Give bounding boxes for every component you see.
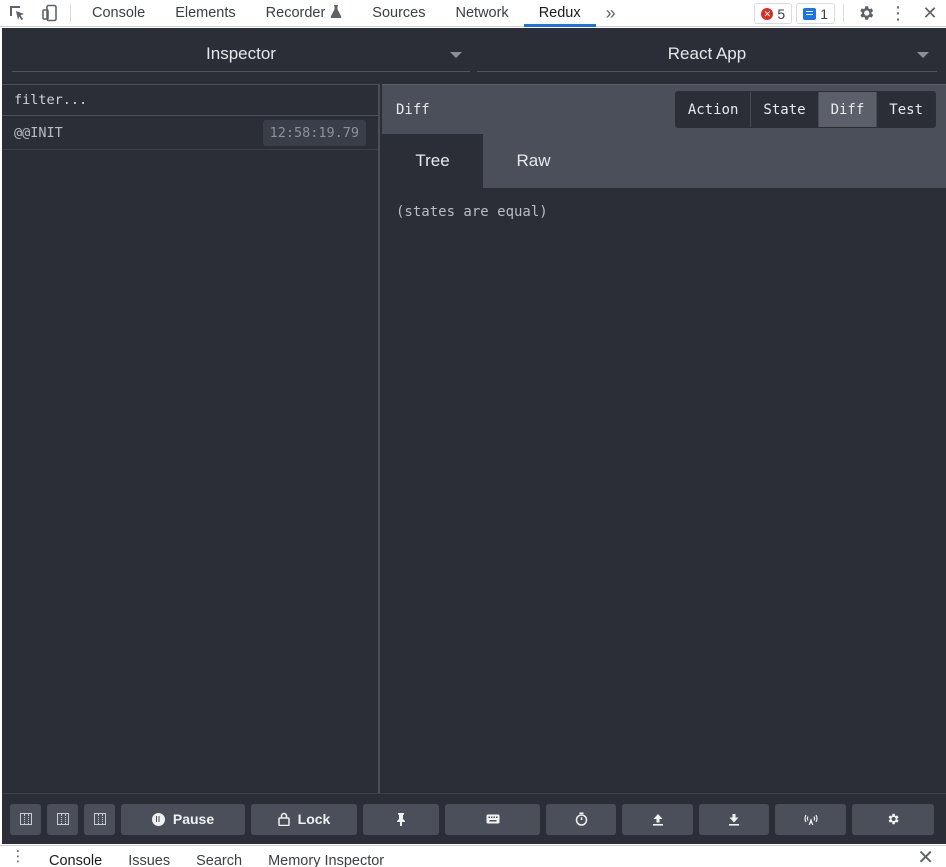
lock-icon [277,812,290,826]
toolbar-separator [70,4,71,22]
message-icon [803,7,817,20]
view-button-group: Action State Diff Test [674,91,936,128]
action-name: @@INIT [14,124,63,141]
tab-label: Console [92,5,146,21]
caret-down-icon [917,52,929,58]
tab-recorder[interactable]: Recorder [251,0,358,26]
drawer-tab-memory-inspector[interactable]: Memory Inspector [255,851,397,867]
more-tabs-icon[interactable]: » [596,0,626,26]
pause-label: Pause [172,811,215,827]
devtools-drawer: ⋮ Console Issues Search Memory Inspector… [0,845,946,867]
persist-button[interactable] [363,803,439,835]
export-button[interactable] [622,803,693,835]
download-icon [728,813,740,826]
close-icon[interactable]: ✕ [914,0,946,26]
test-view-button[interactable]: Test [877,92,935,127]
action-list-pane: filter... @@INIT 12:58:19.79 [2,84,380,793]
stopwatch-icon [575,812,588,826]
device-toolbar-icon[interactable] [33,0,66,26]
error-icon: ✕ [761,7,774,20]
remote-button[interactable] [775,803,846,835]
tab-elements[interactable]: Elements [160,0,250,26]
drawer-tab-search[interactable]: Search [183,851,255,867]
filter-placeholder: filter... [14,92,88,108]
dock-bottom-button[interactable] [84,803,115,835]
close-drawer-icon[interactable]: ✕ [917,848,934,867]
dock-right-button[interactable] [47,803,78,835]
action-list-item[interactable]: @@INIT 12:58:19.79 [2,116,378,150]
flask-icon [330,4,342,22]
kebab-menu-icon[interactable]: ⋮ [882,0,914,26]
redux-devtools-panel: Inspector React App filter... @@INIT 12:… [2,28,946,844]
redux-bottom-toolbar: Pause Lock [2,793,946,844]
tab-redux[interactable]: Redux [523,0,596,27]
error-count-badge[interactable]: ✕ 5 [754,3,793,24]
filter-input[interactable]: filter... [2,85,378,116]
upload-icon [652,813,664,826]
tab-raw[interactable]: Raw [483,134,584,188]
error-count: 5 [777,5,786,22]
tab-label: Recorder [265,5,326,21]
tab-label: Elements [175,5,236,21]
action-view-button[interactable]: Action [675,92,752,127]
tab-tree[interactable]: Tree [382,134,483,188]
pause-button[interactable]: Pause [121,803,245,835]
dock-bottom-icon [93,813,106,825]
message-count: 1 [820,5,828,22]
slider-button[interactable] [546,803,616,835]
tab-network[interactable]: Network [441,0,524,26]
keyboard-icon [486,814,500,824]
lock-button[interactable]: Lock [251,803,357,835]
diff-content: (states are equal) [382,188,946,236]
dock-left-button[interactable] [10,803,41,835]
dock-left-icon [19,813,32,825]
tab-label: Network [455,5,509,21]
monitor-select-value: Inspector [206,43,276,63]
preview-title: Diff [396,101,430,118]
diff-view-button[interactable]: Diff [818,92,878,127]
settings-icon[interactable] [850,0,882,26]
diff-sub-tabs: Tree Raw [382,134,946,188]
drawer-tab-issues[interactable]: Issues [115,851,183,867]
toolbar-separator [843,4,844,22]
state-view-button[interactable]: State [751,92,819,127]
tab-label: Redux [538,5,581,21]
diff-message: (states are equal) [396,204,548,220]
monitor-select[interactable]: Inspector [12,36,470,72]
preview-header: Diff Action State Diff Test [382,84,946,134]
tab-label: Sources [372,5,426,21]
dock-right-icon [56,813,69,825]
instance-select[interactable]: React App [477,36,937,72]
action-timestamp: 12:58:19.79 [262,119,366,146]
import-button[interactable] [699,803,769,835]
lock-label: Lock [297,811,331,827]
broadcast-icon [803,813,819,826]
tab-sources[interactable]: Sources [357,0,440,26]
settings-button[interactable] [852,803,934,835]
instance-select-value: React App [667,43,747,63]
monitor-selector-row: Inspector React App [2,28,946,84]
pin-icon [396,812,406,826]
tab-console[interactable]: Console [77,0,160,26]
drawer-menu-icon[interactable]: ⋮ [0,847,36,867]
caret-down-icon [450,52,462,58]
drawer-tab-console[interactable]: Console [36,851,115,867]
devtools-tab-bar: Console Elements Recorder Sources Networ… [0,0,946,27]
gear-icon [886,812,900,826]
pause-icon [151,812,165,826]
dispatcher-button[interactable] [445,803,540,835]
message-count-badge[interactable]: 1 [796,3,835,24]
inspect-element-icon[interactable] [0,0,33,26]
action-preview-pane: Diff Action State Diff Test Tree Raw (st… [382,84,946,793]
